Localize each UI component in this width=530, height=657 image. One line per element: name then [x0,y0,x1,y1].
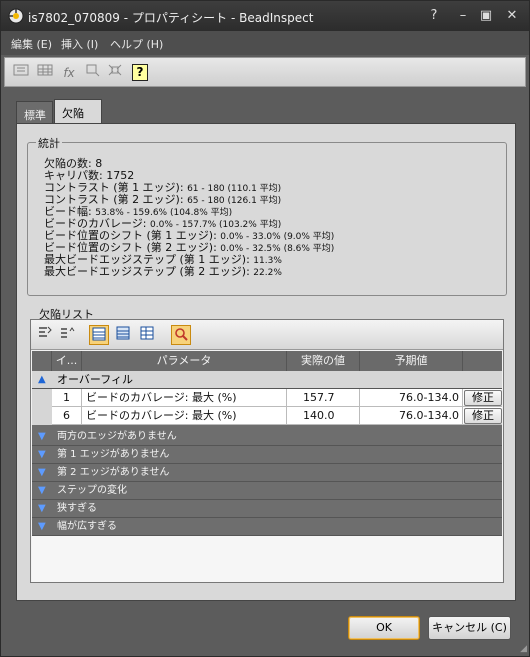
group-too-wide[interactable]: ▼ 幅が広すぎる [32,518,502,536]
help-title-button[interactable]: ? [421,5,447,27]
resize-grip-icon[interactable]: ◢ [520,644,527,654]
group-edge2-missing[interactable]: ▼ 第 2 エッジがありません [32,464,502,482]
group-edge1-missing[interactable]: ▼ 第 1 エッジがありません [32,446,502,464]
function-icon[interactable]: fx [59,63,79,83]
maximize-button[interactable]: ▣ [473,5,499,27]
group-too-narrow[interactable]: ▼ 狭すぎる [32,500,502,518]
property-sheet-window: is7802_070809 - プロパティシート - BeadInspect ?… [0,0,530,657]
menu-help[interactable]: ヘルプ (H) [110,36,163,52]
title-bar: is7802_070809 - プロパティシート - BeadInspect ?… [1,1,529,31]
column-expected[interactable]: 予期値 [360,351,463,371]
fix-button[interactable]: 修正 [464,390,502,406]
table-icon[interactable] [35,63,55,83]
ok-button[interactable]: OK [348,616,420,640]
statistics-legend: 統計 [36,135,62,151]
row-actual: 140.0 [287,407,360,425]
group-overfill[interactable]: ▲ オーバーフィル [32,371,502,389]
row-actual: 157.7 [287,389,360,407]
fit-icon[interactable] [105,63,125,83]
tab-defects[interactable]: 欠陥 [54,99,102,124]
chevron-down-icon: ▼ [38,431,46,442]
chevron-up-icon: ▲ [38,374,46,385]
chevron-down-icon: ▼ [38,521,46,532]
view-grid-icon[interactable] [137,325,157,345]
group-step-change[interactable]: ▼ ステップの変化 [32,482,502,500]
view-list-icon[interactable] [113,325,133,345]
app-icon [8,8,24,24]
table-row[interactable]: 1 ビードのカバレージ: 最大 (%) 157.7 76.0-134.0 修正 [32,389,502,407]
group-both-edges-missing[interactable]: ▼ 両方のエッジがありません [32,428,502,446]
shape-icon[interactable] [83,63,103,83]
column-parameter[interactable]: パラメータ [82,351,287,371]
chevron-down-icon: ▼ [38,485,46,496]
row-parameter: ビードのカバレージ: 最大 (%) [82,389,287,407]
defect-list-toolbar [31,320,503,350]
stat-max-edge-step-edge2: 最大ビードエッジステップ (第 2 エッジ): 22.2% [44,265,282,279]
menu-bar: 編集 (E) 挿入 (I) ヘルプ (H) [1,31,529,55]
highlight-defect-icon[interactable] [171,325,191,345]
statistics-group: 統計 欠陥の数: 8 キャリパ数: 1752 コントラスト (第 1 エッジ):… [27,135,507,296]
main-toolbar: fx ? [4,57,526,87]
chevron-down-icon: ▼ [38,503,46,514]
tab-standard[interactable]: 標準 [16,101,53,124]
column-actual[interactable]: 実際の値 [287,351,360,371]
row-expected: 76.0-134.0 [360,407,463,425]
column-action [463,351,502,371]
insert-field-icon[interactable] [11,63,31,83]
list-empty-area [32,536,502,582]
chevron-down-icon: ▼ [38,449,46,460]
chevron-down-icon: ▼ [38,467,46,478]
sort-icon[interactable] [57,325,77,345]
menu-insert[interactable]: 挿入 (I) [61,36,98,52]
column-index[interactable]: イ... [52,351,82,371]
row-parameter: ビードのカバレージ: 最大 (%) [82,407,287,425]
table-row[interactable]: 6 ビードのカバレージ: 最大 (%) 140.0 76.0-134.0 修正 [32,407,502,425]
menu-edit[interactable]: 編集 (E) [11,36,52,52]
group-by-icon[interactable] [35,325,55,345]
defects-panel: 統計 欠陥の数: 8 キャリパ数: 1752 コントラスト (第 1 エッジ):… [16,123,516,601]
cancel-button[interactable]: キャンセル (C) [428,616,511,640]
row-expected: 76.0-134.0 [360,389,463,407]
help-icon[interactable]: ? [132,64,148,81]
defect-list: イ... パラメータ 実際の値 予期値 ▲ オーバーフィル 1 ビードのカバレー… [30,319,504,583]
header-spacer [32,351,52,371]
view-details-icon[interactable] [89,325,109,345]
fix-button[interactable]: 修正 [464,408,502,424]
window-title: is7802_070809 - プロパティシート - BeadInspect [28,11,314,25]
close-button[interactable]: ✕ [499,5,525,27]
row-index: 1 [52,389,82,407]
defect-table-header: イ... パラメータ 実際の値 予期値 [32,351,502,371]
row-index: 6 [52,407,82,425]
